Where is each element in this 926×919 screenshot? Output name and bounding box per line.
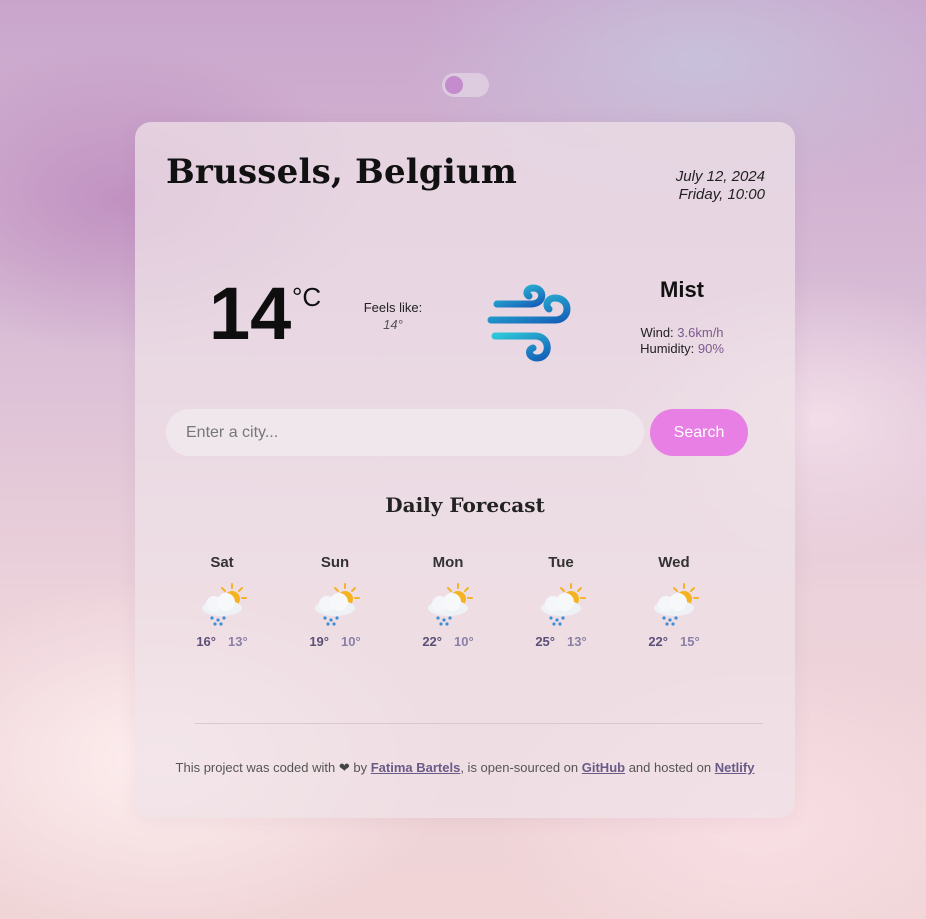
footer-divider (195, 723, 763, 724)
forecast-temps: 25° 13° (521, 634, 601, 649)
wind-value: 3.6km/h (677, 325, 724, 340)
sun-cloud-rain-icon (541, 583, 586, 626)
humidity-value: 90% (697, 341, 724, 356)
forecast-temps: 22° 15° (634, 634, 714, 649)
forecast-day-name: Tue (548, 554, 574, 571)
forecast-list: Sat 16° 13° Sun 19° 10° Mon 22° 10° Tue … (182, 554, 748, 684)
feels-like: Feels like: 14° (353, 299, 433, 333)
weather-card: Brussels, Belgium July 12, 2024 Friday, … (135, 122, 795, 818)
humidity-label: Humidity: (640, 341, 695, 356)
forecast-day: Sun 19° 10° (295, 554, 375, 649)
date-label: July 12, 2024 (675, 168, 765, 185)
author-link[interactable]: Fatima Bartels (371, 760, 461, 775)
sun-cloud-rain-icon (428, 583, 473, 626)
forecast-day-name: Sun (320, 554, 350, 571)
temperature-unit: °C (292, 282, 322, 312)
wind-label: Wind: (640, 325, 674, 340)
forecast-title: Daily Forecast (385, 493, 545, 517)
weather-stats: Wind: 3.6km/h Humidity: 90% (612, 325, 752, 357)
footer: This project was coded with ❤ by Fatima … (135, 760, 795, 776)
footer-text-2: by (353, 760, 368, 775)
forecast-temps: 19° 10° (295, 634, 375, 649)
forecast-max: 25° (535, 634, 555, 649)
sun-cloud-rain-icon (654, 583, 699, 626)
forecast-min: 13° (228, 634, 248, 649)
feels-like-value: 14° (383, 317, 403, 332)
sun-cloud-rain-icon (202, 583, 247, 626)
forecast-max: 22° (648, 634, 668, 649)
forecast-day: Mon 22° 10° (408, 554, 488, 649)
wind-icon (487, 284, 571, 362)
search-button[interactable]: Search (650, 409, 748, 456)
forecast-min: 10° (341, 634, 361, 649)
forecast-min: 13° (567, 634, 587, 649)
footer-text-1: This project was coded with (175, 760, 336, 775)
theme-toggle[interactable] (442, 73, 489, 97)
day-time-label: Friday, 10:00 (678, 186, 765, 203)
footer-text-4: and hosted on (628, 760, 712, 775)
forecast-day: Sat 16° 13° (182, 554, 262, 649)
weather-description: Mist (660, 277, 704, 302)
feels-like-label: Feels like: (363, 300, 423, 315)
humidity-row: Humidity: 90% (612, 341, 752, 357)
forecast-day: Wed 22° 15° (634, 554, 714, 649)
city-search-input[interactable] (166, 409, 644, 456)
netlify-link[interactable]: Netlify (715, 760, 755, 775)
forecast-day-name: Wed (658, 554, 690, 571)
forecast-min: 15° (680, 634, 700, 649)
heart-icon: ❤ (338, 760, 350, 775)
forecast-temps: 16° 13° (182, 634, 262, 649)
forecast-max: 22° (422, 634, 442, 649)
toggle-knob[interactable] (445, 76, 463, 94)
forecast-day-name: Sat (210, 554, 234, 571)
wind-row: Wind: 3.6km/h (612, 325, 752, 341)
forecast-max: 19° (309, 634, 329, 649)
city-name: Brussels, Belgium (166, 152, 518, 192)
github-link[interactable]: GitHub (582, 760, 625, 775)
sun-cloud-rain-icon (315, 583, 360, 626)
footer-text-3: , is open-sourced on (460, 760, 579, 775)
forecast-min: 10° (454, 634, 474, 649)
forecast-temps: 22° 10° (408, 634, 488, 649)
current-temperature: 14 (209, 272, 292, 355)
forecast-day-name: Mon (432, 554, 464, 571)
date-time: July 12, 2024 Friday, 10:00 (676, 168, 765, 204)
forecast-max: 16° (196, 634, 216, 649)
forecast-day: Tue 25° 13° (521, 554, 601, 649)
